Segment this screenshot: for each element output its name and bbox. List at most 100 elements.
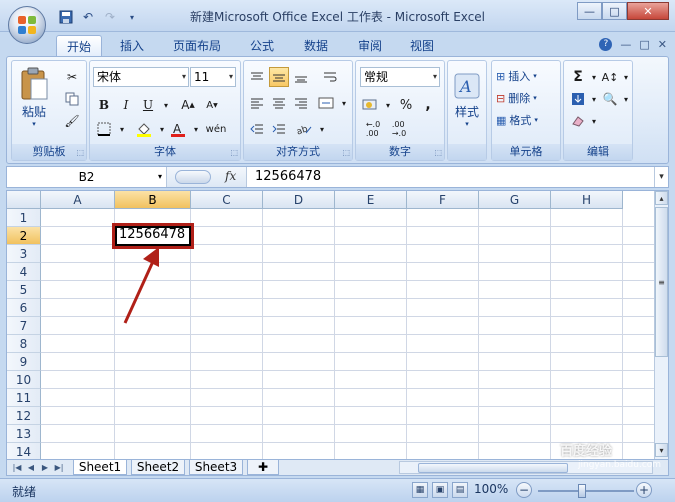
row-header-3[interactable]: 3 — [7, 245, 41, 263]
worksheet-grid[interactable]: ABCDEFGH 1 2 3 4 5 6 7 8 9 10 11 12 13 14 12566478 ▴ … — [6, 190, 669, 460]
find-dropdown-icon[interactable]: ▾ — [616, 89, 636, 109]
alignment-launcher-icon[interactable]: ⬚ — [342, 148, 350, 157]
borders-dropdown-icon[interactable]: ▾ — [112, 119, 132, 139]
office-button[interactable] — [8, 6, 46, 44]
row-header-6[interactable]: 6 — [7, 299, 41, 317]
scroll-up-icon[interactable]: ▴ — [655, 191, 668, 205]
clear-dropdown-icon[interactable]: ▾ — [584, 111, 604, 131]
first-sheet-icon[interactable]: |◀ — [11, 460, 23, 474]
column-header-c[interactable]: C — [191, 191, 263, 209]
row-header-8[interactable]: 8 — [7, 335, 41, 353]
zoom-out-icon[interactable]: − — [516, 482, 532, 498]
help-icon[interactable]: ? — [599, 38, 613, 51]
row-header-4[interactable]: 4 — [7, 263, 41, 281]
zoom-level[interactable]: 100% — [474, 482, 508, 496]
tab-data[interactable]: 数据 — [294, 35, 338, 56]
increase-font-icon[interactable]: A ▲ — [178, 95, 198, 115]
row-header-2[interactable]: 2 — [7, 227, 41, 245]
increase-decimal-icon[interactable]: ←.0.00 — [362, 119, 384, 139]
row-header-9[interactable]: 9 — [7, 353, 41, 371]
number-launcher-icon[interactable]: ⬚ — [434, 148, 442, 157]
row-header-14[interactable]: 14 — [7, 443, 41, 459]
doc-close-icon[interactable]: ✕ — [658, 38, 667, 51]
copy-icon[interactable] — [62, 89, 82, 109]
last-sheet-icon[interactable]: ▶| — [53, 460, 65, 474]
align-bottom-icon[interactable] — [291, 67, 311, 87]
tab-home[interactable]: 开始 — [56, 35, 102, 56]
underline-button[interactable]: U — [138, 95, 158, 115]
close-button[interactable]: ✕ — [627, 2, 669, 20]
increase-indent-icon[interactable] — [269, 119, 289, 139]
tab-review[interactable]: 审阅 — [348, 35, 392, 56]
sheet-tab-2[interactable]: Sheet2 — [131, 460, 185, 475]
page-layout-view-icon[interactable]: ▣ — [432, 482, 448, 498]
format-cells-button[interactable]: ▦ 格式 ▾ — [496, 111, 538, 129]
maximize-button[interactable]: □ — [602, 2, 627, 20]
tab-insert[interactable]: 插入 — [110, 35, 154, 56]
sheet-tab-1[interactable]: Sheet1 — [73, 460, 127, 475]
column-header-b[interactable]: B — [115, 191, 191, 209]
font-launcher-icon[interactable]: ⬚ — [230, 148, 238, 157]
accounting-format-icon[interactable] — [360, 95, 380, 115]
name-box[interactable]: B2 ▾ — [7, 167, 167, 187]
column-header-f[interactable]: F — [407, 191, 479, 209]
column-header-h[interactable]: H — [551, 191, 623, 209]
horizontal-scroll-thumb[interactable] — [418, 463, 568, 473]
merge-center-icon[interactable] — [316, 93, 336, 113]
insert-function-button[interactable]: fx — [225, 169, 236, 183]
row-header-7[interactable]: 7 — [7, 317, 41, 335]
row-header-11[interactable]: 11 — [7, 389, 41, 407]
fill-color-icon[interactable] — [134, 119, 154, 139]
font-size-combo[interactable]: 11 ▾ — [190, 67, 236, 87]
column-header-a[interactable]: A — [41, 191, 115, 209]
font-name-combo[interactable]: 宋体 ▾ — [93, 67, 189, 87]
tab-formulas[interactable]: 公式 — [240, 35, 284, 56]
expand-formula-bar-icon[interactable]: ▾ — [654, 167, 668, 187]
row-header-5[interactable]: 5 — [7, 281, 41, 299]
paste-button[interactable]: 粘贴 ▾ — [16, 65, 52, 129]
select-all-button[interactable] — [7, 191, 41, 209]
sheet-tab-3[interactable]: Sheet3 — [189, 460, 243, 475]
format-painter-icon[interactable]: 🖌 — [62, 111, 82, 131]
underline-dropdown-icon[interactable]: ▾ — [156, 95, 176, 115]
minimize-button[interactable]: — — [577, 2, 602, 20]
cut-icon[interactable]: ✂ — [62, 67, 82, 87]
sort-dropdown-icon[interactable]: ▾ — [616, 67, 636, 87]
tab-page-layout[interactable]: 页面布局 — [164, 35, 230, 56]
styles-button[interactable]: A 样式 ▾ — [450, 65, 484, 135]
prev-sheet-icon[interactable]: ◀ — [25, 460, 37, 474]
scroll-down-icon[interactable]: ▾ — [655, 443, 668, 457]
decrease-decimal-icon[interactable]: .00 →.0 — [388, 119, 410, 139]
tab-view[interactable]: 视图 — [400, 35, 444, 56]
font-color-icon[interactable]: A — [168, 119, 188, 139]
formula-input[interactable]: 12566478 — [255, 169, 321, 184]
insert-cells-button[interactable]: ⊞ 插入 ▾ — [496, 67, 537, 85]
bold-button[interactable]: B — [94, 95, 114, 115]
orientation-dropdown-icon[interactable]: ▾ — [312, 119, 332, 139]
percent-style-button[interactable]: % — [396, 95, 416, 115]
phonetic-icon[interactable]: wén — [206, 119, 227, 139]
comma-style-button[interactable]: , — [418, 95, 438, 115]
delete-cells-button[interactable]: ⊟ 删除 ▾ — [496, 89, 537, 107]
normal-view-icon[interactable]: ▦ — [412, 482, 428, 498]
row-header-1[interactable]: 1 — [7, 209, 41, 227]
formula-divider-handle[interactable] — [175, 170, 211, 184]
align-right-icon[interactable] — [291, 93, 311, 113]
align-middle-icon[interactable] — [269, 67, 289, 87]
align-center-icon[interactable] — [269, 93, 289, 113]
column-header-e[interactable]: E — [335, 191, 407, 209]
font-color-dropdown-icon[interactable]: ▾ — [186, 119, 206, 139]
zoom-in-icon[interactable]: + — [636, 482, 652, 498]
orientation-icon[interactable]: ab — [294, 119, 314, 139]
vertical-scrollbar[interactable]: ▴ ≡ ▾ — [654, 191, 668, 459]
next-sheet-icon[interactable]: ▶ — [39, 460, 51, 474]
wrap-text-icon[interactable] — [320, 67, 340, 87]
decrease-font-icon[interactable]: A ▼ — [202, 95, 222, 115]
row-header-13[interactable]: 13 — [7, 425, 41, 443]
clipboard-launcher-icon[interactable]: ⬚ — [76, 148, 84, 157]
vertical-scroll-thumb[interactable]: ≡ — [655, 207, 668, 357]
row-header-10[interactable]: 10 — [7, 371, 41, 389]
align-top-icon[interactable] — [247, 67, 267, 87]
insert-sheet-icon[interactable]: ✚ — [247, 460, 279, 475]
accounting-dropdown-icon[interactable]: ▾ — [378, 95, 398, 115]
